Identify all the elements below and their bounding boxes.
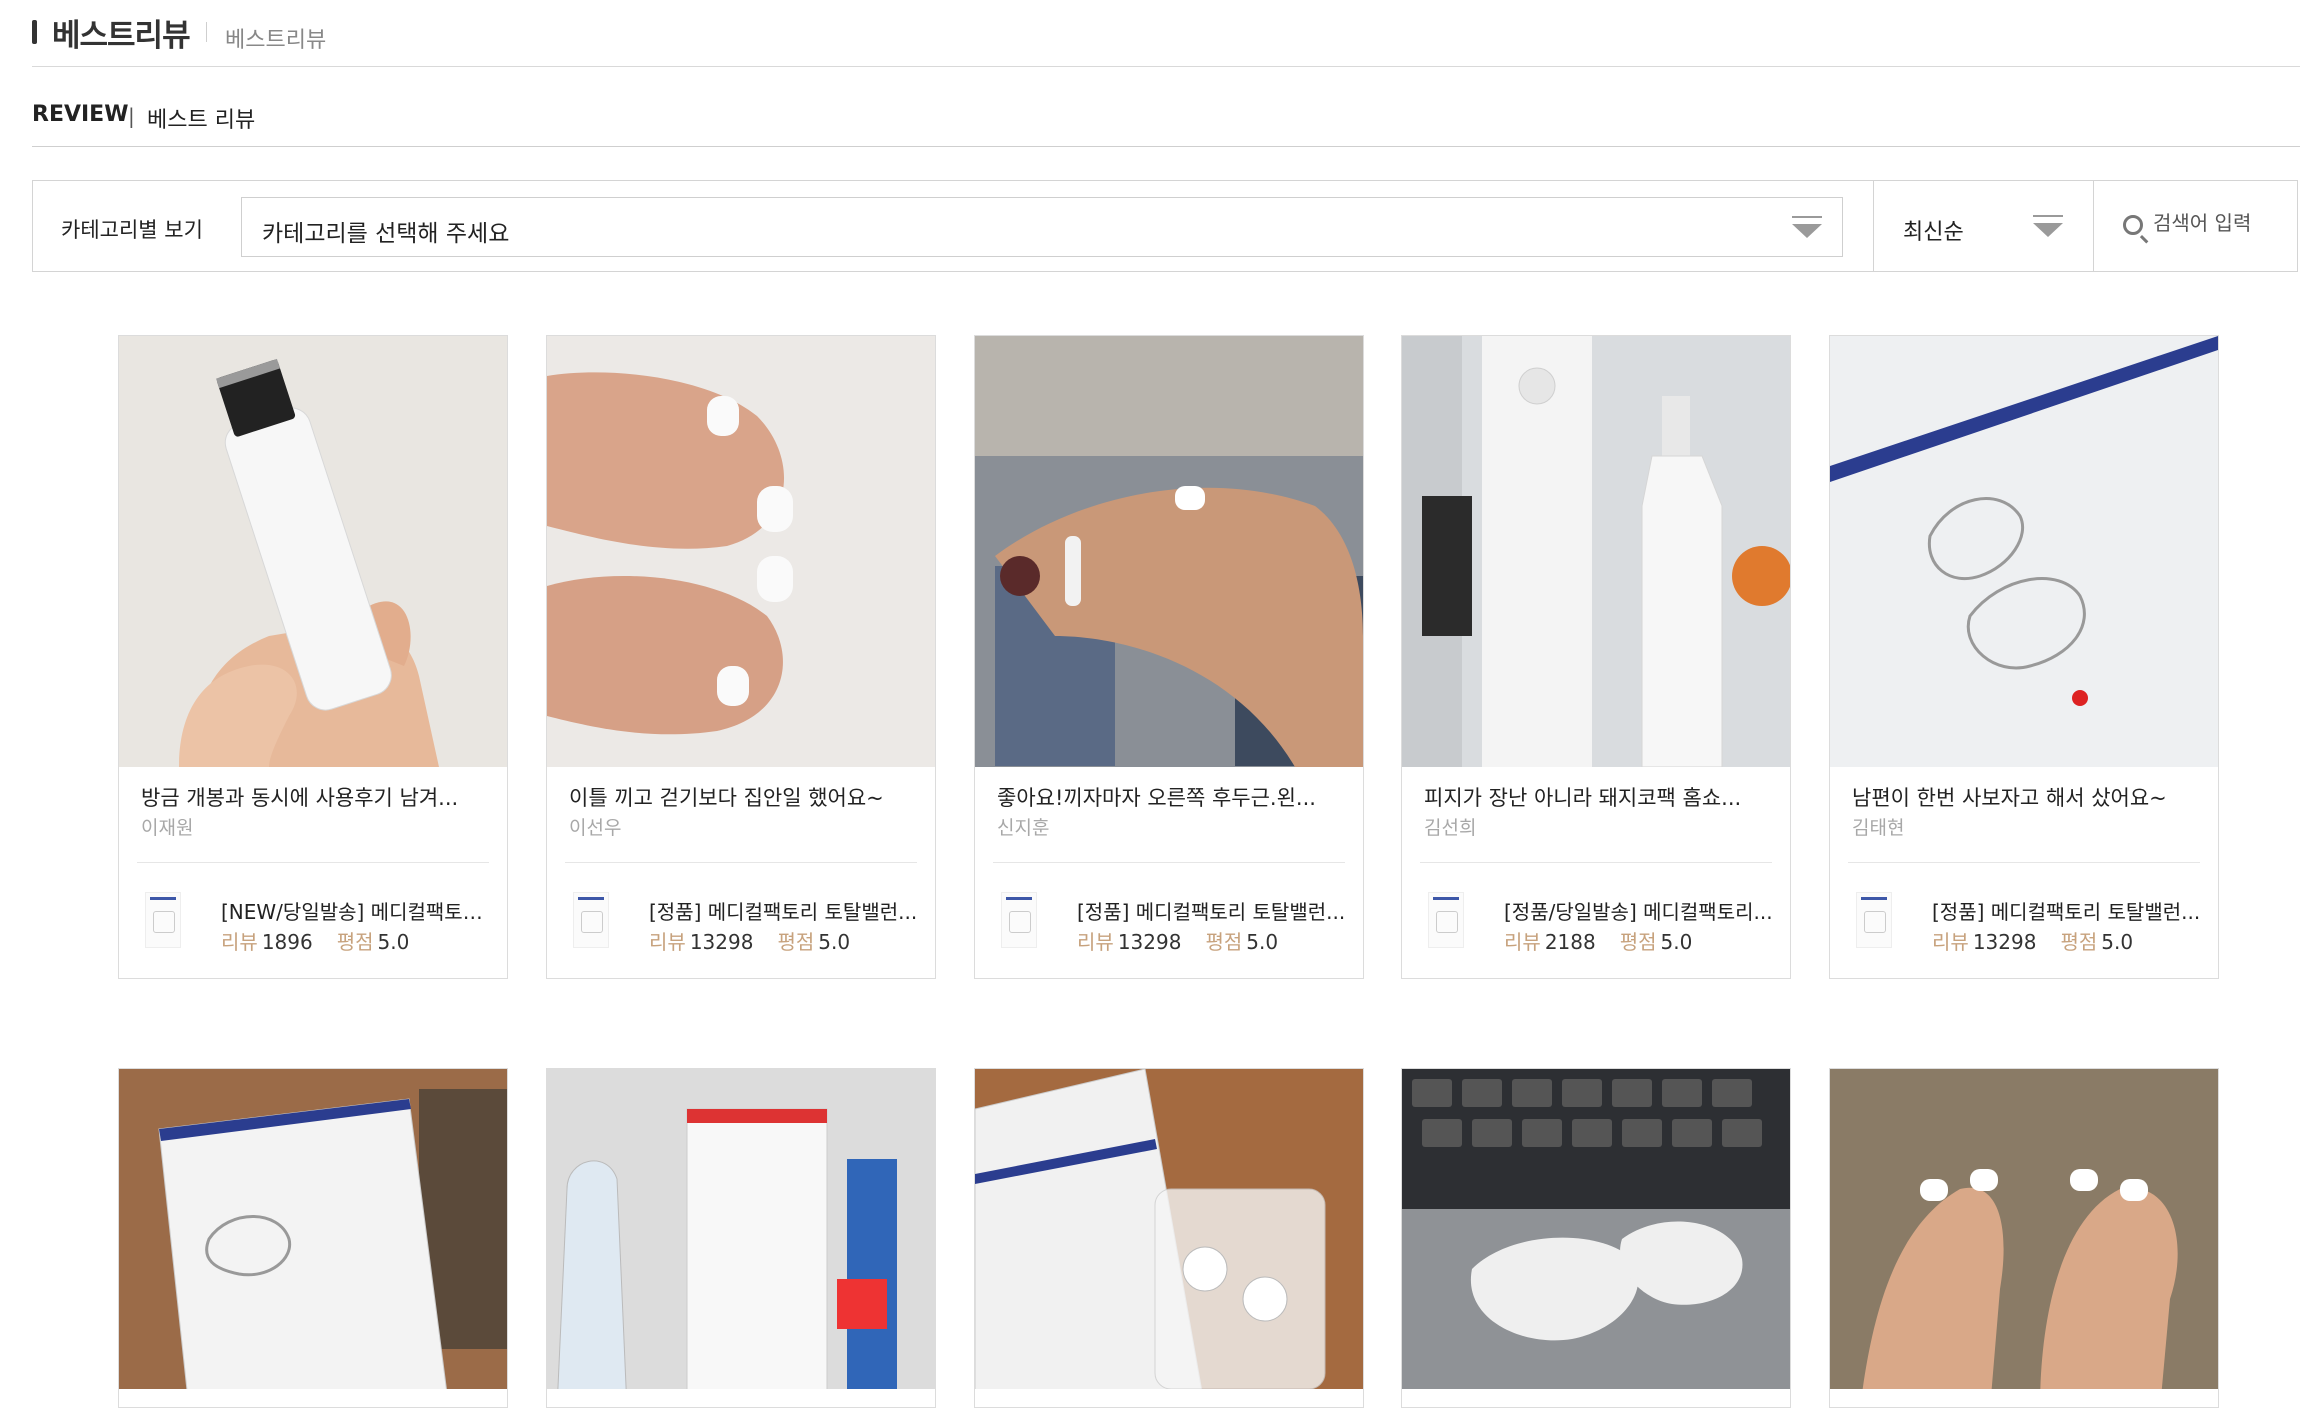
review-photo[interactable] bbox=[547, 1069, 935, 1389]
search-box[interactable] bbox=[2093, 181, 2297, 271]
title-accent-bar bbox=[32, 20, 37, 44]
product-stats: 리뷰 1896 평점 5.0 bbox=[221, 926, 409, 955]
rating-label: 평점 bbox=[1619, 930, 1657, 954]
reviews-count: 13298 bbox=[1972, 930, 2037, 954]
rating-value: 5.0 bbox=[2101, 930, 2134, 954]
reviews-label: 리뷰 bbox=[649, 930, 686, 954]
card-divider bbox=[1848, 862, 2200, 863]
category-select[interactable]: 카테고리를 선택해 주세요 bbox=[241, 197, 1843, 257]
rating-value: 5.0 bbox=[1246, 930, 1279, 954]
subnav-best-review[interactable]: 베스트 리뷰 bbox=[147, 102, 255, 134]
category-select-value: 카테고리를 선택해 주세요 bbox=[262, 221, 510, 247]
review-title[interactable]: 남편이 한번 사보자고 해서 샀어요~ bbox=[1852, 782, 2196, 812]
review-card[interactable]: 남편이 한번 사보자고 해서 샀어요~ 김태현 [정품] 메디컬팩토리 토탈밸런… bbox=[1829, 335, 2219, 979]
chevron-down-icon bbox=[1792, 216, 1822, 238]
reviews-count: 1896 bbox=[261, 930, 313, 954]
category-filter-label: 카테고리별 보기 bbox=[61, 218, 203, 242]
review-card[interactable] bbox=[546, 1068, 936, 1408]
reviews-label: 리뷰 bbox=[1077, 930, 1114, 954]
product-thumbnail[interactable] bbox=[145, 892, 181, 948]
product-stats: 리뷰 13298 평점 5.0 bbox=[1077, 926, 1278, 955]
reviewer-name: 이선우 bbox=[569, 817, 622, 839]
reviewer-name: 신지훈 bbox=[997, 817, 1050, 839]
reviews-count: 13298 bbox=[689, 930, 754, 954]
page-title: 베스트리뷰 bbox=[52, 18, 191, 54]
reviewer-name: 김태현 bbox=[1852, 817, 1905, 839]
product-thumbnail[interactable] bbox=[1001, 892, 1037, 948]
rating-value: 5.0 bbox=[1660, 930, 1693, 954]
rating-value: 5.0 bbox=[377, 930, 410, 954]
search-icon[interactable] bbox=[2123, 215, 2143, 235]
product-name[interactable]: [NEW/당일발송] 메디컬팩토리... bbox=[221, 896, 491, 925]
rating-label: 평점 bbox=[336, 930, 374, 954]
review-photo[interactable] bbox=[975, 1069, 1363, 1389]
card-divider bbox=[137, 862, 489, 863]
product-name[interactable]: [정품] 메디컬팩토리 토탈밸런... bbox=[649, 896, 919, 925]
sort-select[interactable]: 최신순 bbox=[1873, 181, 2083, 271]
review-photo[interactable] bbox=[119, 1069, 507, 1389]
reviews-count: 2188 bbox=[1544, 930, 1596, 954]
review-card[interactable] bbox=[1401, 1068, 1791, 1408]
review-photo[interactable] bbox=[1402, 1069, 1790, 1389]
review-title[interactable]: 이틀 끼고 걷기보다 집안일 했어요~ bbox=[569, 782, 913, 812]
review-card[interactable]: 방금 개봉과 동시에 사용후기 남겨... 이재원 [NEW/당일발송] 메디컬… bbox=[118, 335, 508, 979]
product-name[interactable]: [정품] 메디컬팩토리 토탈밸런... bbox=[1932, 896, 2202, 925]
review-photo[interactable] bbox=[1830, 1069, 2218, 1389]
card-divider bbox=[993, 862, 1345, 863]
review-photo[interactable] bbox=[1402, 336, 1790, 767]
rating-label: 평점 bbox=[777, 930, 815, 954]
rating-label: 평점 bbox=[1205, 930, 1243, 954]
product-stats: 리뷰 13298 평점 5.0 bbox=[1932, 926, 2133, 955]
card-divider bbox=[565, 862, 917, 863]
reviews-count: 13298 bbox=[1117, 930, 1182, 954]
reviews-label: 리뷰 bbox=[1504, 930, 1541, 954]
rating-value: 5.0 bbox=[818, 930, 851, 954]
review-title[interactable]: 피지가 장난 아니라 돼지코팩 홈쇼... bbox=[1424, 782, 1768, 812]
page-header: 베스트리뷰 베스트리뷰 bbox=[32, 8, 2300, 67]
product-name[interactable]: [정품/당일발송] 메디컬팩토리... bbox=[1504, 896, 1774, 925]
title-divider bbox=[206, 22, 207, 42]
review-title[interactable]: 좋아요!끼자마자 오른쪽 후두근.왼... bbox=[997, 782, 1341, 812]
review-photo[interactable] bbox=[975, 336, 1363, 767]
product-name[interactable]: [정품] 메디컬팩토리 토탈밸런... bbox=[1077, 896, 1347, 925]
product-thumbnail[interactable] bbox=[1428, 892, 1464, 948]
search-input[interactable] bbox=[2153, 211, 2293, 235]
product-thumbnail[interactable] bbox=[573, 892, 609, 948]
sort-select-value: 최신순 bbox=[1903, 220, 1964, 245]
filter-bar: 카테고리별 보기 카테고리를 선택해 주세요 최신순 bbox=[32, 180, 2298, 272]
subnav-review[interactable]: REVIEW bbox=[32, 102, 128, 127]
reviews-label: 리뷰 bbox=[1932, 930, 1969, 954]
reviewer-name: 이재원 bbox=[141, 817, 194, 839]
review-title[interactable]: 방금 개봉과 동시에 사용후기 남겨... bbox=[141, 782, 485, 812]
reviews-label: 리뷰 bbox=[221, 930, 258, 954]
review-card[interactable] bbox=[974, 1068, 1364, 1408]
review-photo[interactable] bbox=[547, 336, 935, 767]
review-photo[interactable] bbox=[1830, 336, 2218, 767]
rating-label: 평점 bbox=[2060, 930, 2098, 954]
review-card[interactable]: 이틀 끼고 걷기보다 집안일 했어요~ 이선우 [정품] 메디컬팩토리 토탈밸런… bbox=[546, 335, 936, 979]
reviewer-name: 김선희 bbox=[1424, 817, 1477, 839]
review-subnav: REVIEW | 베스트 리뷰 bbox=[32, 66, 2300, 147]
product-stats: 리뷰 13298 평점 5.0 bbox=[649, 926, 850, 955]
product-thumbnail[interactable] bbox=[1856, 892, 1892, 948]
breadcrumb[interactable]: 베스트리뷰 bbox=[225, 22, 326, 54]
review-card[interactable]: 좋아요!끼자마자 오른쪽 후두근.왼... 신지훈 [정품] 메디컬팩토리 토탈… bbox=[974, 335, 1364, 979]
card-divider bbox=[1420, 862, 1772, 863]
review-card[interactable] bbox=[118, 1068, 508, 1408]
chevron-down-icon bbox=[2033, 215, 2063, 237]
review-card[interactable]: 피지가 장난 아니라 돼지코팩 홈쇼... 김선희 [정품/당일발송] 메디컬팩… bbox=[1401, 335, 1791, 979]
product-stats: 리뷰 2188 평점 5.0 bbox=[1504, 926, 1692, 955]
review-card[interactable] bbox=[1829, 1068, 2219, 1408]
subnav-separator: | bbox=[128, 104, 135, 128]
review-photo[interactable] bbox=[119, 336, 507, 767]
